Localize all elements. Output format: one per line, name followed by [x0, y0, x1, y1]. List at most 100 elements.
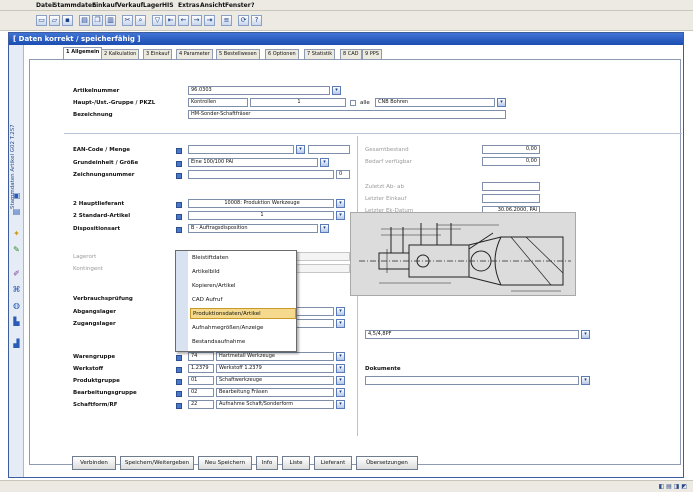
tab-kalkulation[interactable]: 2 Kalkulation [101, 49, 140, 59]
list-icon[interactable]: ≡ [221, 15, 232, 26]
globe-icon[interactable]: ◍ [12, 301, 21, 310]
new-icon[interactable]: ▭ [36, 15, 47, 26]
werkstoff-input[interactable]: Werkstoff 1.2379 [216, 364, 334, 373]
schaftform-input[interactable]: Aufnahme Schaft/Sonderform [216, 400, 334, 409]
menu-fenster[interactable]: Fenster [225, 2, 251, 9]
artikelnummer-lookup-button[interactable]: ▾ [332, 86, 341, 95]
folder-icon[interactable]: ▣ [12, 191, 21, 200]
bezeichnung-input[interactable]: HM-Sonder-Schaftfräser [188, 110, 506, 119]
abgangslager-button[interactable]: ▾ [336, 307, 345, 316]
speichern-weitergeben-button[interactable]: Speichern/Weitergeben [120, 456, 194, 470]
cad-drawing-preview[interactable] [350, 212, 576, 296]
tab-pps[interactable]: 9 PPS [362, 49, 382, 59]
bearbeitung-code-input[interactable]: 02 [188, 388, 214, 397]
abgangslager-input[interactable] [296, 307, 334, 316]
standard-artikel-button[interactable]: ▾ [336, 211, 345, 220]
menu-verkauf[interactable]: Verkauf [117, 2, 143, 9]
cut-icon[interactable]: ✂ [122, 15, 133, 26]
menu-extras[interactable]: Extras [178, 2, 199, 9]
groesse-input[interactable]: Eine 100/100 PAl [188, 158, 318, 167]
tab-allgemein[interactable]: 1 Allgemein [63, 47, 103, 59]
schaftform-button[interactable]: ▾ [336, 400, 345, 409]
tab-bestellwesen[interactable]: 5 Bestellwesen [216, 49, 260, 59]
lieferant-button[interactable]: Lieferant [314, 456, 352, 470]
lagerort-input[interactable] [296, 252, 350, 261]
wand-icon[interactable]: ✐ [12, 269, 21, 278]
context-menu-item-aufnahmegroessen[interactable]: Aufnahmegrößen/Anzeige [190, 323, 296, 334]
context-menu-item-artikelbild[interactable]: Artikelbild [190, 267, 296, 278]
kontingent-input[interactable] [296, 264, 350, 273]
context-menu-item-kopieren[interactable]: Kopieren/Artikel [190, 281, 296, 292]
copy-icon[interactable]: ❐ [92, 15, 103, 26]
paste-icon[interactable]: ▥ [105, 15, 116, 26]
schaftform-code-input[interactable]: 22 [188, 400, 214, 409]
hauptlieferant-input[interactable]: 10008: Produktion Werkzeuge [188, 199, 334, 208]
save-icon[interactable]: ▪ [62, 15, 73, 26]
tab-statistik[interactable]: 7 Statistik [304, 49, 336, 59]
gruppe-checkbox[interactable] [350, 100, 356, 106]
werkstoff-code-input[interactable]: 1.2379 [188, 364, 214, 373]
gruppe-input[interactable]: Kontrollen [188, 98, 248, 107]
tab-einkauf[interactable]: 3 Einkauf [143, 49, 173, 59]
disposition-dropdown-button[interactable]: ▾ [320, 224, 329, 233]
tree-icon[interactable]: ⌘ [12, 285, 21, 294]
liste-button[interactable]: Liste [282, 456, 310, 470]
print-side-icon[interactable]: ▟ [12, 339, 21, 348]
document-icon[interactable]: ▤ [12, 207, 21, 216]
uebersetzungen-button[interactable]: Übersetzungen [356, 456, 418, 470]
warengruppe-input[interactable]: Hartmetall Werkzeuge [216, 352, 334, 361]
cad-reference-button[interactable]: ▾ [581, 330, 590, 339]
bearbeitung-input[interactable]: Bearbeitung Fräsen [216, 388, 334, 397]
filter-icon[interactable]: ▽ [152, 15, 163, 26]
tool-icon[interactable]: ✎ [12, 245, 21, 254]
prev-icon[interactable]: ← [178, 15, 189, 26]
werkstoff-button[interactable]: ▾ [336, 364, 345, 373]
zeichnung-index-input[interactable]: 0 [336, 170, 350, 179]
refresh-icon[interactable]: ⟳ [238, 15, 249, 26]
ean-menge-input[interactable] [308, 145, 350, 154]
verbinden-button[interactable]: Verbinden [72, 456, 116, 470]
first-icon[interactable]: ⇤ [165, 15, 176, 26]
gruppe-sub-input[interactable]: 1 [250, 98, 346, 107]
hauptlieferant-button[interactable]: ▾ [336, 199, 345, 208]
cad-reference-input[interactable]: 4,5/4,8PF [365, 330, 579, 339]
produktgruppe-input[interactable]: Schaftwerkzeuge [216, 376, 334, 385]
warengruppe-code-input[interactable]: 74 [188, 352, 214, 361]
print-icon[interactable]: ▤ [79, 15, 90, 26]
produktgruppe-code-input[interactable]: 01 [188, 376, 214, 385]
gruppe-extra-button[interactable]: ▾ [497, 98, 506, 107]
menu-stammdaten[interactable]: Stammdaten [53, 2, 96, 9]
dokumente-button[interactable]: ▾ [581, 376, 590, 385]
standard-artikel-input[interactable]: 1 [188, 211, 334, 220]
context-menu-item-bestandsaufnahme[interactable]: Bestandsaufnahme [190, 337, 296, 348]
next-icon[interactable]: → [191, 15, 202, 26]
open-icon[interactable]: ▱ [49, 15, 60, 26]
context-menu-item-produktionsdaten[interactable]: Produktionsdaten/Artikel [190, 308, 296, 319]
chart-icon[interactable]: ▙ [12, 317, 21, 326]
warengruppe-button[interactable]: ▾ [336, 352, 345, 361]
last-icon[interactable]: ⇥ [204, 15, 215, 26]
info-button[interactable]: Info [256, 456, 278, 470]
ean-lookup-button[interactable]: ▾ [296, 145, 305, 154]
menu-datei[interactable]: Datei [36, 2, 54, 9]
find-icon[interactable]: ⌕ [135, 15, 146, 26]
zeichnung-input[interactable] [188, 170, 334, 179]
artikelnummer-input[interactable]: 96.0303 [188, 86, 330, 95]
tab-cad[interactable]: 8 CAD [340, 49, 362, 59]
menu-his[interactable]: HIS [162, 2, 174, 9]
disposition-input[interactable]: B - Auftragsdisposition [188, 224, 318, 233]
groesse-dropdown-button[interactable]: ▾ [320, 158, 329, 167]
ean-input[interactable] [188, 145, 294, 154]
tab-parameter[interactable]: 4 Parameter [176, 49, 213, 59]
zugangslager-button[interactable]: ▾ [336, 319, 345, 328]
tab-optionen[interactable]: 6 Optionen [265, 49, 299, 59]
context-menu-item-cad-aufruf[interactable]: CAD Aufruf [190, 295, 296, 306]
menu-lager[interactable]: Lager [143, 2, 162, 9]
menu-help[interactable]: ? [251, 2, 254, 9]
zugangslager-input[interactable] [296, 319, 334, 328]
produktgruppe-button[interactable]: ▾ [336, 376, 345, 385]
bearbeitung-button[interactable]: ▾ [336, 388, 345, 397]
help-icon[interactable]: ? [251, 15, 262, 26]
neu-speichern-button[interactable]: Neu Speichern [198, 456, 252, 470]
menu-ansicht[interactable]: Ansicht [200, 2, 225, 9]
